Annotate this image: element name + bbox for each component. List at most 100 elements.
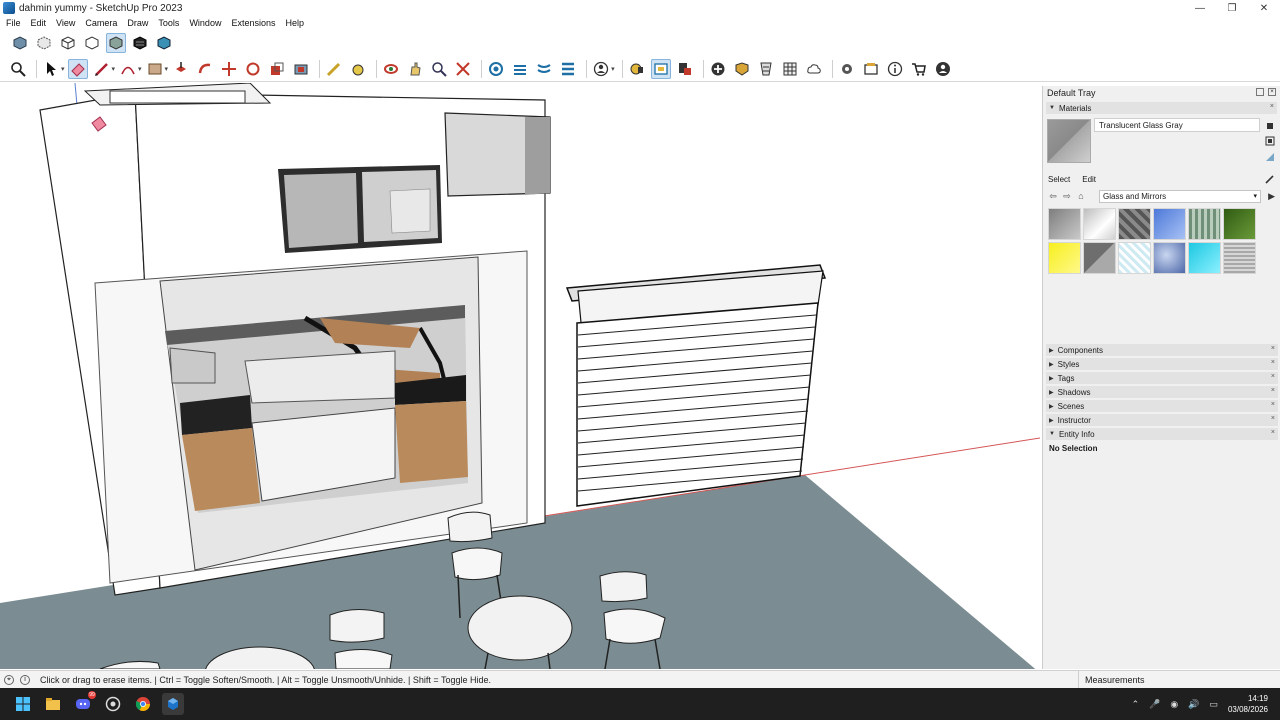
- clock[interactable]: 14:19 03/08/2026: [1228, 693, 1268, 715]
- rotate-icon[interactable]: [243, 59, 263, 79]
- orbit-icon[interactable]: [381, 59, 401, 79]
- material-swatch[interactable]: [1048, 242, 1081, 274]
- battery-icon[interactable]: ▭: [1209, 699, 1218, 710]
- menu-window[interactable]: Window: [185, 18, 225, 28]
- current-material-swatch[interactable]: [1047, 119, 1091, 163]
- github-icon[interactable]: [102, 693, 124, 715]
- microphone-icon[interactable]: 🎤: [1149, 699, 1160, 710]
- offset-icon[interactable]: [291, 59, 311, 79]
- outliner-icon[interactable]: [861, 59, 881, 79]
- match-photo-icon[interactable]: [756, 59, 776, 79]
- close-button[interactable]: ✕: [1248, 0, 1280, 16]
- rectangle-icon[interactable]: [145, 59, 165, 79]
- create-material-icon[interactable]: [1265, 136, 1275, 146]
- panel-close-icon[interactable]: ×: [1271, 373, 1275, 380]
- zoom-extents-icon[interactable]: [453, 59, 473, 79]
- paint-icon[interactable]: [348, 59, 368, 79]
- style-icon[interactable]: [558, 59, 578, 79]
- arc-icon[interactable]: [118, 59, 138, 79]
- menu-tools[interactable]: Tools: [154, 18, 183, 28]
- menu-file[interactable]: File: [2, 18, 25, 28]
- geo-icon[interactable]: [732, 59, 752, 79]
- material-swatch[interactable]: [1083, 208, 1116, 240]
- forward-arrow-icon[interactable]: ⇨: [1060, 191, 1074, 202]
- tape-icon[interactable]: [324, 59, 344, 79]
- panel-styles[interactable]: ▶ Styles ×: [1046, 358, 1278, 370]
- add-location-icon[interactable]: [708, 59, 728, 79]
- pushpull-icon[interactable]: [171, 59, 191, 79]
- panel-close-icon[interactable]: ×: [1271, 345, 1275, 352]
- materials-panel-header[interactable]: ▼ Materials ×: [1046, 102, 1277, 114]
- menu-view[interactable]: View: [52, 18, 79, 28]
- panel-scenes[interactable]: ▶ Scenes ×: [1046, 400, 1278, 412]
- back-arrow-icon[interactable]: ⇦: [1046, 191, 1060, 202]
- home-icon[interactable]: ⌂: [1074, 191, 1088, 201]
- default-material-icon[interactable]: [1265, 152, 1275, 162]
- settings-icon[interactable]: [837, 59, 857, 79]
- panel-close-icon[interactable]: ×: [1271, 401, 1275, 408]
- maximize-button[interactable]: ❐: [1216, 0, 1248, 16]
- warehouse-icon[interactable]: [627, 59, 647, 79]
- panel-shadows[interactable]: ▶ Shadows ×: [1046, 386, 1278, 398]
- layout-icon[interactable]: [675, 59, 695, 79]
- user-profile-icon[interactable]: [933, 59, 953, 79]
- monochrome-icon[interactable]: [154, 33, 174, 53]
- help-icon[interactable]: i: [20, 674, 30, 685]
- panel-components[interactable]: ▶ Components ×: [1046, 344, 1278, 356]
- material-swatch[interactable]: [1223, 242, 1256, 274]
- material-swatch[interactable]: [1223, 208, 1256, 240]
- panel-close-icon[interactable]: ×: [1271, 387, 1275, 394]
- chevron-down-icon[interactable]: ▾: [611, 65, 615, 73]
- section-fill-icon[interactable]: [534, 59, 554, 79]
- menu-camera[interactable]: Camera: [81, 18, 121, 28]
- tab-edit[interactable]: Edit: [1082, 175, 1096, 184]
- sandbox-icon[interactable]: [780, 59, 800, 79]
- material-swatch[interactable]: [1118, 208, 1151, 240]
- back-edges-icon[interactable]: [34, 33, 54, 53]
- extension-icon[interactable]: [650, 58, 671, 79]
- account-icon[interactable]: [591, 59, 611, 79]
- chevron-up-icon[interactable]: ⌃: [1132, 699, 1140, 710]
- menu-draw[interactable]: Draw: [123, 18, 152, 28]
- menu-edit[interactable]: Edit: [27, 18, 51, 28]
- menu-help[interactable]: Help: [281, 18, 308, 28]
- menu-extensions[interactable]: Extensions: [227, 18, 279, 28]
- panel-entity-info[interactable]: ▼ Entity Info ×: [1046, 428, 1278, 440]
- material-swatch[interactable]: [1048, 208, 1081, 240]
- library-dropdown[interactable]: Glass and Mirrors ▾: [1099, 189, 1261, 203]
- material-swatch[interactable]: [1083, 242, 1116, 274]
- material-swatch[interactable]: [1118, 242, 1151, 274]
- followme-icon[interactable]: [195, 59, 215, 79]
- shaded-icon[interactable]: [106, 33, 126, 53]
- panel-instructor[interactable]: ▶ Instructor ×: [1046, 414, 1278, 426]
- pencil-icon[interactable]: [92, 59, 112, 79]
- panel-close-icon[interactable]: ×: [1271, 415, 1275, 422]
- paint-bucket-icon[interactable]: [1265, 120, 1275, 130]
- eraser-icon[interactable]: [67, 58, 88, 79]
- chevron-down-icon[interactable]: ▾: [165, 65, 169, 73]
- measurements-box[interactable]: Measurements: [1078, 671, 1278, 689]
- info-icon[interactable]: [885, 59, 905, 79]
- pin-icon[interactable]: [1256, 88, 1264, 96]
- shaded-texture-icon[interactable]: [130, 33, 150, 53]
- tab-select[interactable]: Select: [1048, 175, 1070, 184]
- eyedropper-icon[interactable]: [1265, 174, 1275, 184]
- move-icon[interactable]: [219, 59, 239, 79]
- panel-close-icon[interactable]: ×: [1270, 103, 1274, 110]
- details-arrow-icon[interactable]: ▶: [1268, 191, 1275, 202]
- discord-icon[interactable]: 99: [72, 691, 96, 715]
- chevron-down-icon[interactable]: ▾: [138, 65, 142, 73]
- material-swatch[interactable]: [1188, 242, 1221, 274]
- material-swatch[interactable]: [1153, 242, 1186, 274]
- sketchup-icon[interactable]: [162, 693, 184, 715]
- geolocation-icon[interactable]: ⌖: [4, 674, 14, 685]
- wireframe-icon[interactable]: [58, 33, 78, 53]
- panel-close-icon[interactable]: ×: [1271, 429, 1275, 436]
- material-swatch[interactable]: [1153, 208, 1186, 240]
- volume-icon[interactable]: 🔊: [1188, 699, 1199, 710]
- model-viewport[interactable]: [0, 83, 1040, 669]
- windows-start-icon[interactable]: [12, 693, 34, 715]
- cart-icon[interactable]: [909, 59, 929, 79]
- cloud-icon[interactable]: [804, 59, 824, 79]
- zoom-icon[interactable]: [8, 59, 28, 79]
